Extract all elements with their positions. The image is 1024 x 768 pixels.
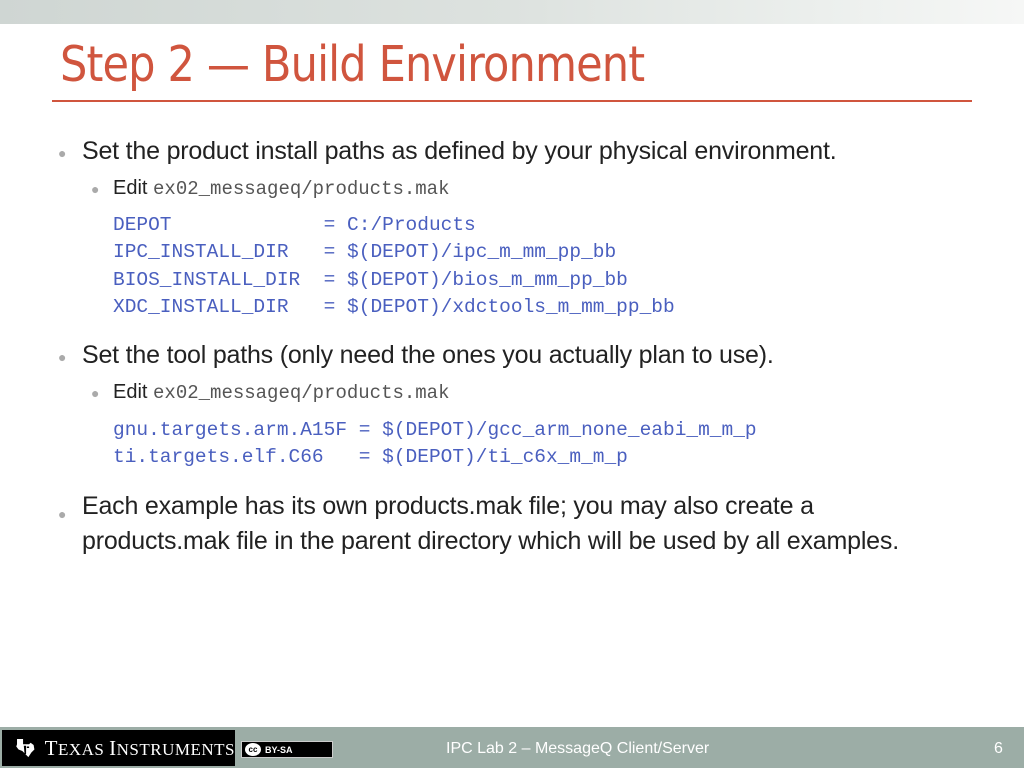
code-line: gnu.targets.arm.A15F = $(DEPOT)/gcc_arm_… bbox=[113, 419, 757, 441]
bullet-dot-icon: ● bbox=[58, 145, 67, 161]
ti-letters: NSTRUMENTS bbox=[116, 739, 235, 759]
title-underline bbox=[52, 100, 972, 102]
file-path: ex02_messageq/products.mak bbox=[153, 178, 450, 200]
texas-instruments-logo: TEXAS INSTRUMENTS bbox=[2, 730, 235, 766]
bullet-dot-icon: ● bbox=[58, 349, 67, 365]
bullet-dot-icon: ● bbox=[91, 181, 100, 197]
edit-label: Edit bbox=[113, 381, 148, 403]
sub-bullet-edit: ● Edit ex02_messageq/products.mak bbox=[91, 177, 450, 200]
bullet-dot-icon: ● bbox=[91, 385, 100, 401]
ti-letters: EXAS bbox=[57, 739, 110, 759]
code-line: DEPOT = C:/Products bbox=[113, 214, 476, 236]
code-line: XDC_INSTALL_DIR = $(DEPOT)/xdctools_m_mm… bbox=[113, 295, 675, 318]
top-gradient-band bbox=[0, 0, 1024, 24]
ti-letter: I bbox=[109, 735, 117, 760]
ti-letter: T bbox=[44, 735, 58, 760]
footer-presentation-title: IPC Lab 2 – MessageQ Client/Server bbox=[446, 740, 710, 757]
bullet-text: Set the product install paths as defined… bbox=[82, 137, 837, 165]
bullet-install-paths: ● Set the product install paths as defin… bbox=[58, 137, 837, 166]
bullet-text: Each example has its own products.mak fi… bbox=[82, 492, 899, 555]
code-line: BIOS_INSTALL_DIR = $(DEPOT)/bios_m_mm_pp… bbox=[113, 268, 628, 291]
license-label: BY-SA bbox=[265, 744, 293, 755]
creative-commons-icon: cc bbox=[245, 743, 261, 756]
file-path: ex02_messageq/products.mak bbox=[153, 382, 450, 404]
bullet-text: Set the tool paths (only need the ones y… bbox=[82, 341, 774, 369]
ti-wordmark: TEXAS INSTRUMENTS bbox=[45, 736, 235, 761]
bullet-dot-icon: ● bbox=[58, 506, 67, 522]
sub-bullet-edit: ● Edit ex02_messageq/products.mak bbox=[91, 381, 450, 404]
slide-title: Step 2 — Build Environment bbox=[60, 36, 645, 93]
code-block-tool-paths: gnu.targets.arm.A15F = $(DEPOT)/gcc_arm_… bbox=[113, 417, 757, 472]
cc-by-sa-badge: cc BY-SA bbox=[241, 741, 333, 758]
code-block-install-paths: DEPOT = C:/Products IPC_INSTALL_DIR = $(D… bbox=[113, 212, 675, 321]
code-line: IPC_INSTALL_DIR = $(DEPOT)/ipc_m_mm_pp_b… bbox=[113, 241, 617, 264]
bullet-products-mak: ● Each example has its own products.mak … bbox=[58, 489, 952, 558]
bullet-tool-paths: ● Set the tool paths (only need the ones… bbox=[58, 341, 774, 370]
edit-label: Edit bbox=[113, 177, 148, 199]
page-number: 6 bbox=[994, 740, 1003, 757]
ti-state-icon bbox=[16, 738, 35, 758]
code-line: ti.targets.elf.C66 = $(DEPOT)/ti_c6x_m_m… bbox=[113, 446, 628, 469]
